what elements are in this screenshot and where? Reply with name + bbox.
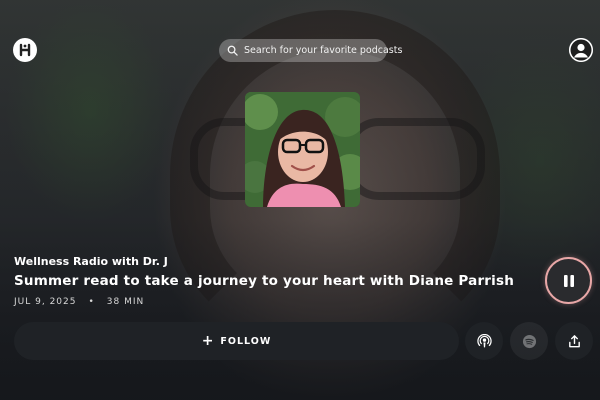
episode-meta: JUL 9, 2025 • 38 MIN (14, 297, 144, 307)
pause-button[interactable] (545, 257, 592, 304)
pause-icon (563, 274, 574, 287)
share-button[interactable] (555, 322, 593, 360)
spotify-icon (522, 334, 536, 348)
share-icon (568, 334, 580, 347)
podcast-icon (476, 333, 492, 347)
episode-cover-art (245, 92, 360, 207)
meta-separator: • (88, 297, 95, 307)
search-placeholder: Search for your favorite podcasts (244, 45, 403, 56)
plus-icon: + (201, 333, 215, 349)
episode-date: JUL 9, 2025 (14, 297, 77, 307)
show-name[interactable]: Wellness Radio with Dr. J (14, 255, 168, 268)
follow-button[interactable]: + FOLLOW (14, 322, 459, 360)
search-icon (227, 45, 238, 56)
spotify-button[interactable] (510, 322, 548, 360)
logo-glyph (19, 43, 31, 57)
logo-icon[interactable] (13, 38, 37, 62)
episode-duration: 38 MIN (106, 297, 145, 307)
account-icon[interactable] (569, 38, 593, 62)
search-bar[interactable]: Search for your favorite podcasts (219, 39, 402, 62)
episode-title: Summer read to take a journey to your he… (14, 273, 515, 289)
user-avatar-icon (569, 38, 593, 62)
apple-podcasts-button[interactable] (465, 322, 503, 360)
follow-label: FOLLOW (220, 335, 272, 347)
